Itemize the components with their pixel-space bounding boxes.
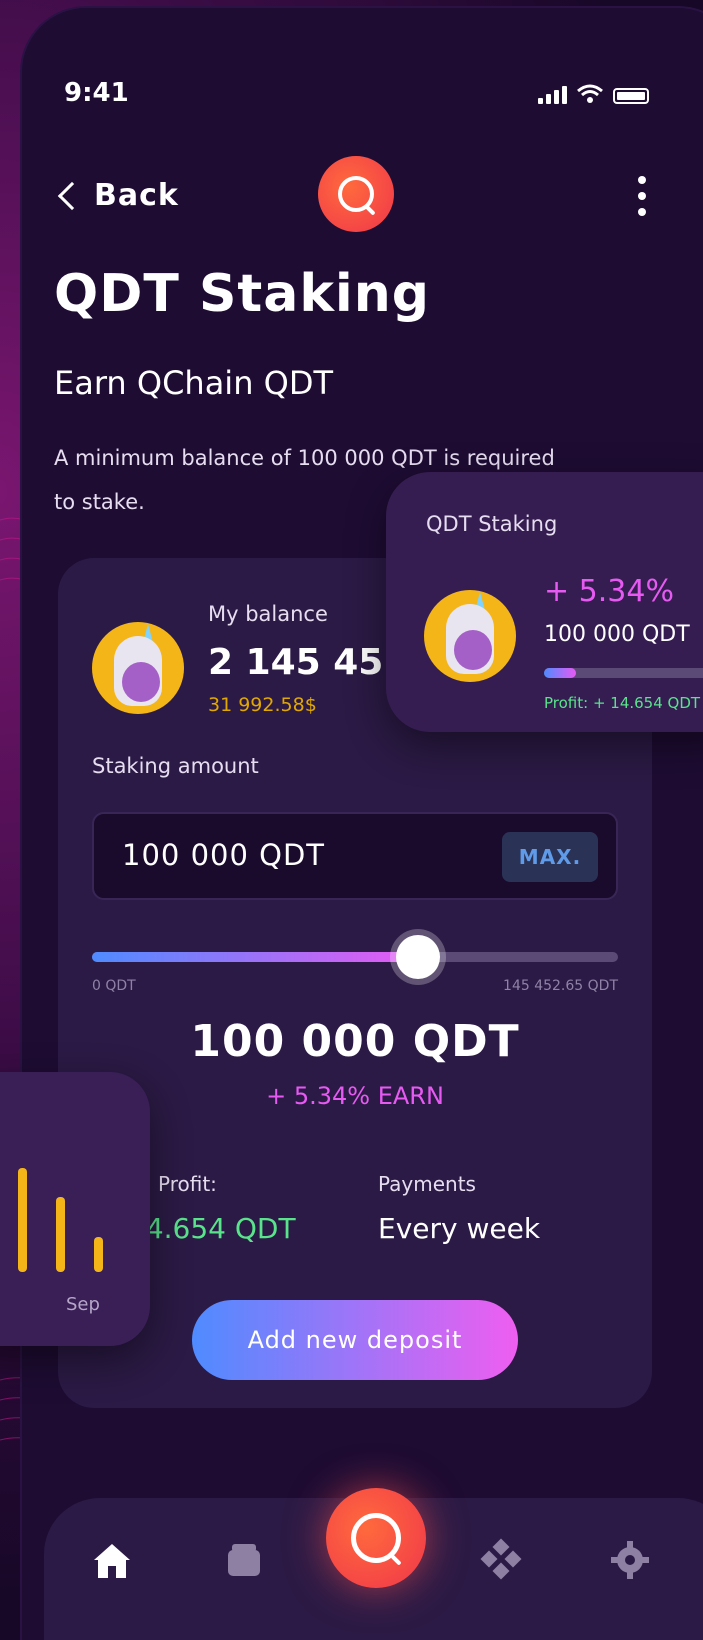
staking-amount-input[interactable]: 100 000 QDT MAX. bbox=[92, 812, 618, 900]
qchain-logo-icon bbox=[318, 156, 394, 232]
profit-value: 14.654 QDT bbox=[128, 1212, 296, 1245]
chart-bar bbox=[56, 1197, 65, 1272]
chart-bar bbox=[18, 1168, 27, 1272]
apps-icon[interactable] bbox=[478, 1538, 522, 1582]
slider-fill bbox=[92, 952, 419, 962]
bottom-nav bbox=[44, 1488, 703, 1640]
profit-label: Profit: bbox=[158, 1172, 217, 1196]
slider-min-label: 0 QDT bbox=[92, 978, 136, 994]
signal-icon bbox=[538, 86, 567, 104]
settings-icon[interactable] bbox=[608, 1538, 652, 1582]
qchain-nav-button[interactable] bbox=[326, 1488, 426, 1588]
add-deposit-button[interactable]: Add new deposit bbox=[192, 1300, 518, 1380]
unicorn-avatar-icon bbox=[92, 622, 184, 714]
battery-icon bbox=[613, 88, 649, 104]
page-subtitle: Earn QChain QDT bbox=[54, 364, 334, 402]
status-icons bbox=[538, 84, 649, 104]
summary-profit: Profit: + 14.654 QDT bbox=[544, 694, 701, 712]
balance-value: 2 145 452 bbox=[208, 642, 409, 683]
staking-amount-display: 100 000 QDT bbox=[190, 1016, 520, 1067]
chart-bar bbox=[94, 1236, 103, 1272]
summary-amount: 100 000 QDT bbox=[544, 622, 690, 647]
more-options-icon[interactable] bbox=[638, 176, 646, 216]
staking-amount-label: Staking amount bbox=[92, 754, 259, 778]
stake-summary-card: QDT Staking + 5.34% 100 000 QDT Profit: … bbox=[386, 472, 703, 732]
app-screen: 9:41 Back QDT Staking Earn QChain QDT A … bbox=[0, 0, 703, 1640]
chart-month-label: Sep bbox=[66, 1294, 100, 1315]
back-button[interactable]: Back bbox=[56, 178, 179, 213]
wallet-icon[interactable] bbox=[222, 1538, 266, 1582]
summary-progress bbox=[544, 668, 703, 678]
payments-label: Payments bbox=[378, 1172, 476, 1196]
status-time: 9:41 bbox=[64, 78, 129, 108]
staking-amount-value: 100 000 QDT bbox=[122, 838, 326, 872]
wifi-icon bbox=[577, 84, 603, 103]
back-label: Back bbox=[94, 178, 179, 213]
monthly-chart-card: Sep bbox=[0, 1072, 150, 1346]
balance-usd: 31 992.58$ bbox=[208, 694, 317, 716]
page-title: QDT Staking bbox=[54, 264, 430, 324]
unicorn-avatar-icon bbox=[424, 590, 516, 682]
monthly-bars bbox=[18, 1168, 118, 1272]
phone-frame: 9:41 Back QDT Staking Earn QChain QDT A … bbox=[22, 8, 703, 1640]
summary-earn: + 5.34% bbox=[544, 574, 674, 609]
slider-thumb[interactable] bbox=[396, 935, 441, 979]
max-button[interactable]: MAX. bbox=[502, 832, 598, 882]
summary-title: QDT Staking bbox=[426, 512, 558, 536]
home-icon[interactable] bbox=[90, 1538, 134, 1582]
staking-slider[interactable] bbox=[92, 935, 618, 979]
summary-progress-fill bbox=[544, 668, 576, 678]
slider-max-label: 145 452.65 QDT bbox=[503, 978, 618, 994]
balance-label: My balance bbox=[208, 602, 328, 626]
payments-value: Every week bbox=[378, 1212, 541, 1245]
chevron-left-icon bbox=[57, 181, 87, 210]
